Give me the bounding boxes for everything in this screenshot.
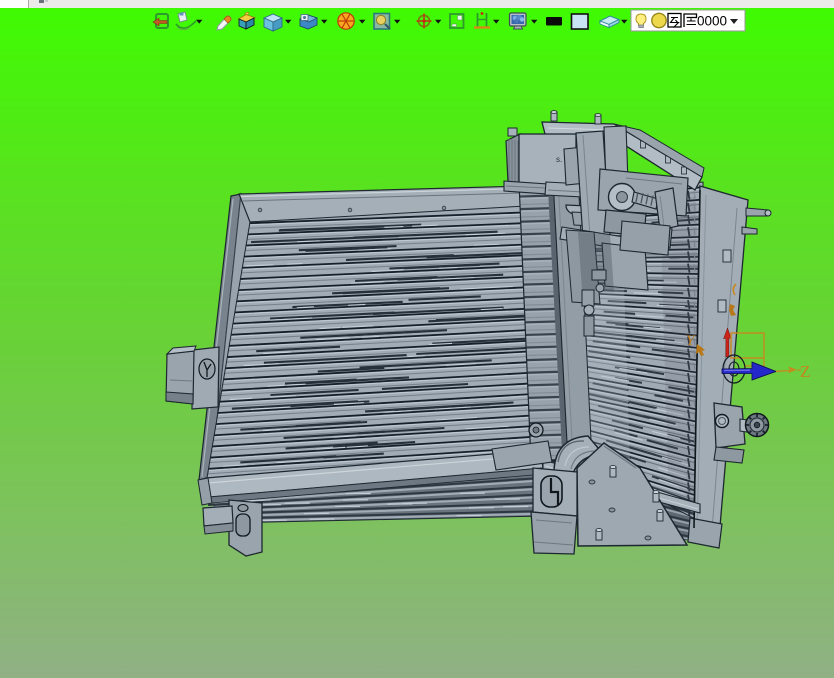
svg-text:0000: 0000 bbox=[697, 14, 727, 29]
svg-text:Z: Z bbox=[800, 362, 810, 381]
svg-text:s.: s. bbox=[556, 155, 562, 164]
